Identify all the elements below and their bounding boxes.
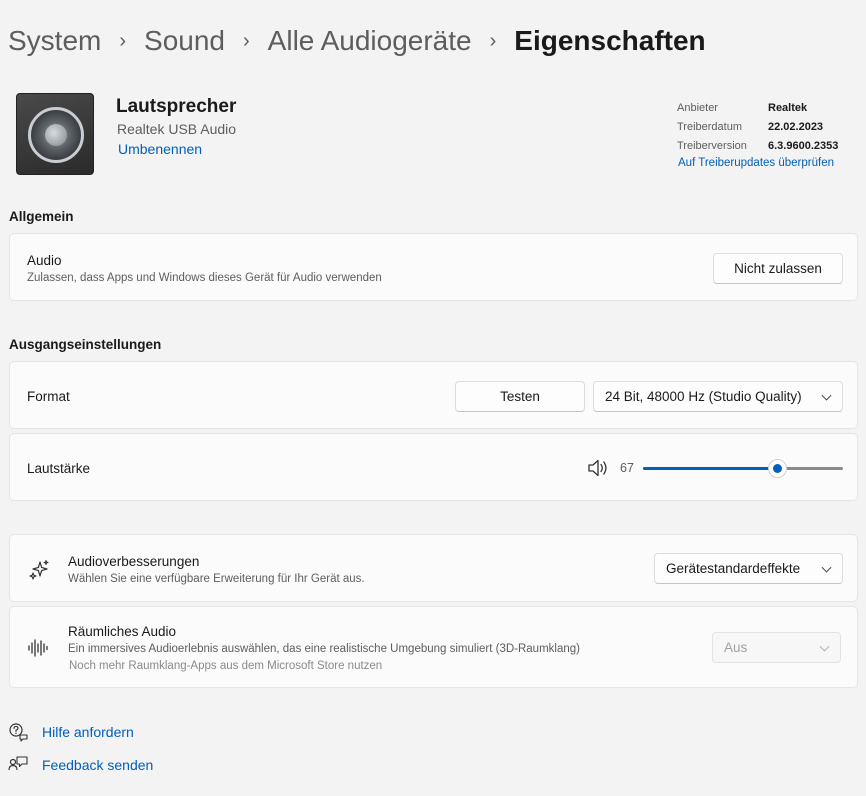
feedback-link[interactable]: Feedback senden — [8, 755, 153, 775]
breadcrumb-all-devices[interactable]: Alle Audiogeräte — [268, 25, 472, 57]
audio-description: Zulassen, dass Apps und Windows dieses G… — [27, 272, 382, 284]
feedback-link-label: Feedback senden — [42, 757, 154, 773]
device-name: Lautsprecher — [116, 96, 237, 117]
breadcrumb-sound[interactable]: Sound — [144, 25, 225, 57]
section-title-output: Ausgangseinstellungen — [9, 337, 162, 352]
chevron-right-icon: › — [243, 29, 250, 52]
section-title-general: Allgemein — [9, 209, 74, 224]
volume-icon[interactable] — [587, 458, 609, 478]
help-link[interactable]: Hilfe anfordern — [8, 722, 134, 742]
breadcrumb: System › Sound › Alle Audiogeräte › Eige… — [8, 22, 706, 60]
format-card: Format Testen 24 Bit, 48000 Hz (Studio Q… — [9, 361, 858, 429]
volume-card: Lautstärke 67 — [9, 433, 858, 501]
spatial-audio-select: Aus — [712, 632, 841, 663]
enhancements-select[interactable]: Gerätestandardeffekte — [654, 553, 843, 584]
driver-value: 6.3.9600.2353 — [768, 139, 839, 152]
spatial-audio-select-value: Aus — [724, 640, 748, 655]
feedback-icon — [8, 756, 28, 771]
driver-row-date: Treiberdatum 22.02.2023 — [677, 117, 838, 136]
driver-label: Treiberdatum — [677, 120, 743, 133]
breadcrumb-system[interactable]: System — [8, 25, 101, 57]
help-icon — [9, 723, 28, 742]
sparkle-icon — [29, 560, 49, 580]
enhancements-select-value: Gerätestandardeffekte — [666, 561, 801, 576]
enhancements-title: Audioverbesserungen — [68, 554, 200, 569]
volume-slider[interactable] — [643, 458, 843, 478]
rename-link[interactable]: Umbenennen — [118, 141, 202, 157]
driver-info: Anbieter Realtek Treiberdatum 22.02.2023… — [677, 98, 838, 155]
volume-label: Lautstärke — [27, 461, 91, 476]
volume-slider-thumb[interactable] — [768, 459, 787, 478]
format-label: Format — [27, 389, 70, 404]
spatial-audio-description: Ein immersives Audioerlebnis auswählen, … — [68, 643, 580, 655]
speaker-icon — [16, 93, 94, 175]
chevron-right-icon: › — [489, 29, 497, 52]
volume-value: 67 — [620, 461, 634, 475]
format-select[interactable]: 24 Bit, 48000 Hz (Studio Quality) — [593, 381, 843, 412]
spatial-audio-title: Räumliches Audio — [68, 624, 177, 639]
volume-slider-fill — [643, 467, 777, 470]
store-link[interactable]: Noch mehr Raumklang-Apps aus dem Microso… — [69, 660, 382, 672]
driver-label: Anbieter — [677, 101, 718, 114]
chevron-down-icon — [819, 641, 830, 652]
driver-update-link[interactable]: Auf Treiberupdates überprüfen — [678, 157, 834, 169]
enhancements-card: Audioverbesserungen Wählen Sie eine verf… — [9, 534, 858, 602]
chevron-down-icon — [821, 390, 832, 401]
format-select-value: 24 Bit, 48000 Hz (Studio Quality) — [605, 389, 802, 404]
driver-row-vendor: Anbieter Realtek — [677, 98, 838, 117]
chevron-down-icon — [821, 562, 832, 573]
disallow-audio-button[interactable]: Nicht zulassen — [713, 253, 843, 284]
spatial-audio-card: Räumliches Audio Ein immersives Audioerl… — [9, 606, 858, 688]
driver-label: Treiberversion — [677, 139, 747, 152]
help-link-label: Hilfe anfordern — [42, 724, 134, 740]
enhancements-description: Wählen Sie eine verfügbare Erweiterung f… — [68, 573, 365, 585]
sound-wave-icon — [28, 639, 48, 657]
audio-title: Audio — [27, 253, 62, 268]
driver-row-version: Treiberversion 6.3.9600.2353 — [677, 136, 838, 155]
chevron-right-icon: › — [119, 29, 127, 52]
page-title: Eigenschaften — [514, 25, 706, 56]
driver-value: Realtek — [768, 101, 808, 114]
device-subtitle: Realtek USB Audio — [117, 121, 237, 137]
driver-value: 22.02.2023 — [768, 120, 824, 133]
audio-card: Audio Zulassen, dass Apps und Windows di… — [9, 233, 858, 301]
test-button[interactable]: Testen — [455, 381, 585, 412]
